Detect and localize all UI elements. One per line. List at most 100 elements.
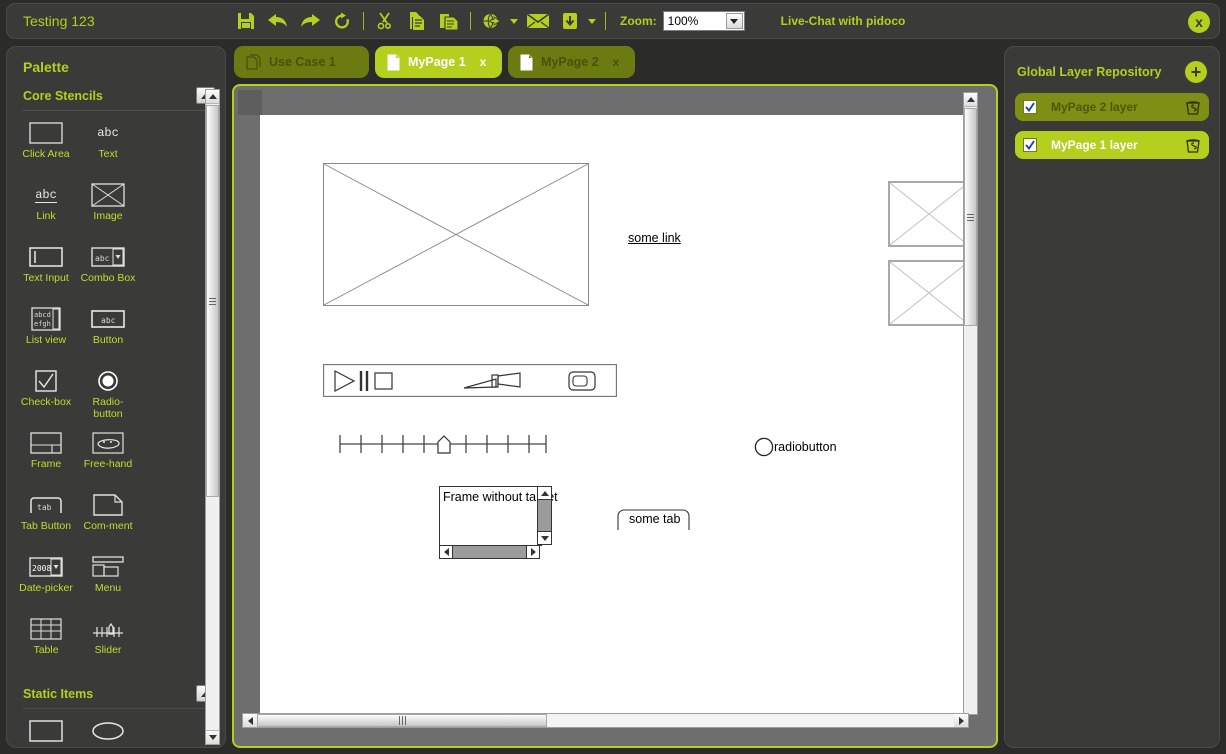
stencil-label: Table — [17, 645, 75, 657]
frame-scroll-left-arrow[interactable] — [440, 546, 453, 558]
palette-title: Palette — [23, 59, 225, 75]
svg-text:abc: abc — [101, 316, 116, 325]
save-icon[interactable] — [231, 6, 261, 36]
delete-layer-icon[interactable] — [1185, 99, 1201, 116]
layer-name: MyPage 1 layer — [1051, 138, 1185, 152]
stencil-text[interactable]: abc Text — [77, 119, 139, 175]
layer-visibility-checkbox[interactable] — [1023, 138, 1037, 152]
stencil-list-view[interactable]: abcdefgh List view — [15, 305, 77, 361]
download-chevron-down-icon[interactable] — [588, 19, 596, 24]
canvas-viewport: some link — [236, 88, 982, 732]
paste-icon[interactable] — [434, 6, 464, 36]
frame-scroll-up-arrow[interactable] — [538, 487, 551, 500]
section-title: Static Items — [23, 687, 93, 701]
add-layer-button[interactable]: + — [1185, 61, 1207, 83]
tab-close-icon[interactable]: x — [480, 55, 487, 69]
video-control-bar[interactable] — [323, 364, 617, 402]
frame-widget[interactable]: Frame without target — [439, 486, 542, 546]
stencil-click-area[interactable]: Click Area — [15, 119, 77, 175]
tab-button-widget[interactable]: some tab — [617, 509, 690, 536]
palette-scroll-thumb[interactable] — [206, 105, 219, 497]
svg-text:tab: tab — [37, 503, 52, 512]
stencil-rectangle[interactable]: Rec-tangle — [15, 717, 77, 748]
stencil-checkbox[interactable]: Check-box — [15, 367, 77, 423]
section-header-static-items[interactable]: Static Items — [23, 685, 215, 709]
wireframe-page[interactable]: some link — [260, 115, 970, 715]
canvas-vscroll-thumb[interactable] — [964, 108, 977, 326]
stencil-free-hand[interactable]: Free-hand — [77, 429, 139, 485]
image-placeholder-right-bottom[interactable] — [888, 260, 970, 326]
stencil-table[interactable]: Table — [15, 615, 77, 671]
chevron-down-icon[interactable] — [726, 13, 743, 29]
copy-icon[interactable] — [402, 6, 432, 36]
stencil-comment[interactable]: Com-ment — [77, 491, 139, 547]
refresh-icon[interactable] — [327, 6, 357, 36]
tab-use-case-1[interactable]: Use Case 1 — [234, 46, 369, 78]
stencil-radio-button[interactable]: Radio-button — [77, 367, 139, 423]
tab-close-icon[interactable]: x — [613, 55, 620, 69]
canvas-scroll-right-arrow[interactable] — [954, 714, 968, 727]
frame-scroll-right-arrow[interactable] — [526, 546, 539, 558]
stencil-tab-button[interactable]: tab Tab Button — [15, 491, 77, 547]
palette-scrollbar[interactable] — [205, 89, 220, 745]
stencil-label: Link — [17, 211, 75, 223]
stencil-label: Tab Button — [17, 521, 75, 533]
stencil-date-picker[interactable]: 2008 Date-picker — [15, 553, 77, 609]
stencil-slider[interactable]: Slider — [77, 615, 139, 671]
layer-row-mypage-2[interactable]: MyPage 2 layer — [1015, 93, 1209, 121]
layer-visibility-checkbox[interactable] — [1023, 100, 1037, 114]
stencil-ellipse[interactable]: Ellipse — [77, 717, 139, 748]
scroll-down-arrow[interactable] — [206, 730, 219, 744]
canvas-hscroll-thumb[interactable] — [257, 714, 547, 727]
frame-vscrollbar[interactable] — [537, 486, 552, 545]
canvas-hscrollbar[interactable] — [242, 713, 969, 728]
stencil-image[interactable]: Image — [77, 181, 139, 237]
link-some-link[interactable]: some link — [628, 231, 681, 245]
undo-icon[interactable] — [263, 6, 293, 36]
image-icon — [91, 181, 125, 209]
redo-icon[interactable] — [295, 6, 325, 36]
static-items-grid: Rec-tangle Ellipse AP "Approved" Stamp V… — [7, 709, 203, 748]
stencil-text-input[interactable]: Text Input — [15, 243, 77, 299]
stencil-frame[interactable]: Frame — [15, 429, 77, 485]
radio-button-icon — [97, 367, 119, 395]
email-icon[interactable] — [523, 6, 553, 36]
canvas-scroll-up-arrow[interactable] — [964, 93, 977, 107]
publish-chevron-down-icon[interactable] — [510, 19, 518, 24]
palette-panel: Palette Core Stencils Click Area abc Tex… — [6, 46, 226, 748]
live-chat-link[interactable]: Live-Chat with pidoco — [781, 14, 906, 28]
zoom-value: 100% — [668, 14, 699, 28]
canvas-hscroll-track[interactable] — [257, 714, 954, 727]
scroll-up-arrow[interactable] — [206, 90, 219, 104]
stencil-menu[interactable]: Menu — [77, 553, 139, 609]
stencil-button[interactable]: abc Button — [77, 305, 139, 361]
layer-row-mypage-1[interactable]: MyPage 1 layer — [1015, 131, 1209, 159]
layers-panel: Global Layer Repository + MyPage 2 layer… — [1004, 46, 1220, 748]
stencil-label: Click Area — [17, 149, 75, 161]
download-icon[interactable] — [555, 6, 585, 36]
image-placeholder-large[interactable] — [323, 163, 589, 306]
tab-mypage-2[interactable]: MyPage 2 x — [508, 46, 635, 78]
tab-mypage-1[interactable]: MyPage 1 x — [375, 46, 502, 78]
image-placeholder-right-top[interactable] — [888, 181, 970, 247]
frame-hscrollbar[interactable] — [439, 545, 540, 559]
canvas-area[interactable]: some link — [232, 84, 998, 748]
frame-scroll-down-arrow[interactable] — [538, 531, 551, 544]
stencil-link[interactable]: abc Link — [15, 181, 77, 237]
page-icon — [387, 54, 400, 71]
zoom-select[interactable]: 100% — [663, 11, 745, 31]
delete-layer-icon[interactable] — [1185, 137, 1201, 154]
section-header-core-stencils[interactable]: Core Stencils — [23, 87, 215, 111]
frame-icon — [30, 429, 62, 457]
canvas-scroll-left-arrow[interactable] — [243, 714, 257, 727]
stencil-combo-box[interactable]: abc Combo Box — [77, 243, 139, 299]
stencil-label: Menu — [79, 583, 137, 595]
slider-widget[interactable] — [338, 430, 550, 463]
publish-globe-icon[interactable] — [477, 6, 507, 36]
close-icon[interactable]: x — [1188, 11, 1210, 33]
top-toolbar: Testing 123 — [6, 3, 1220, 39]
canvas-vscrollbar[interactable] — [963, 92, 978, 715]
comment-icon — [93, 491, 123, 519]
radio-button-widget[interactable]: radiobutton — [754, 437, 837, 457]
cut-icon[interactable] — [370, 6, 400, 36]
